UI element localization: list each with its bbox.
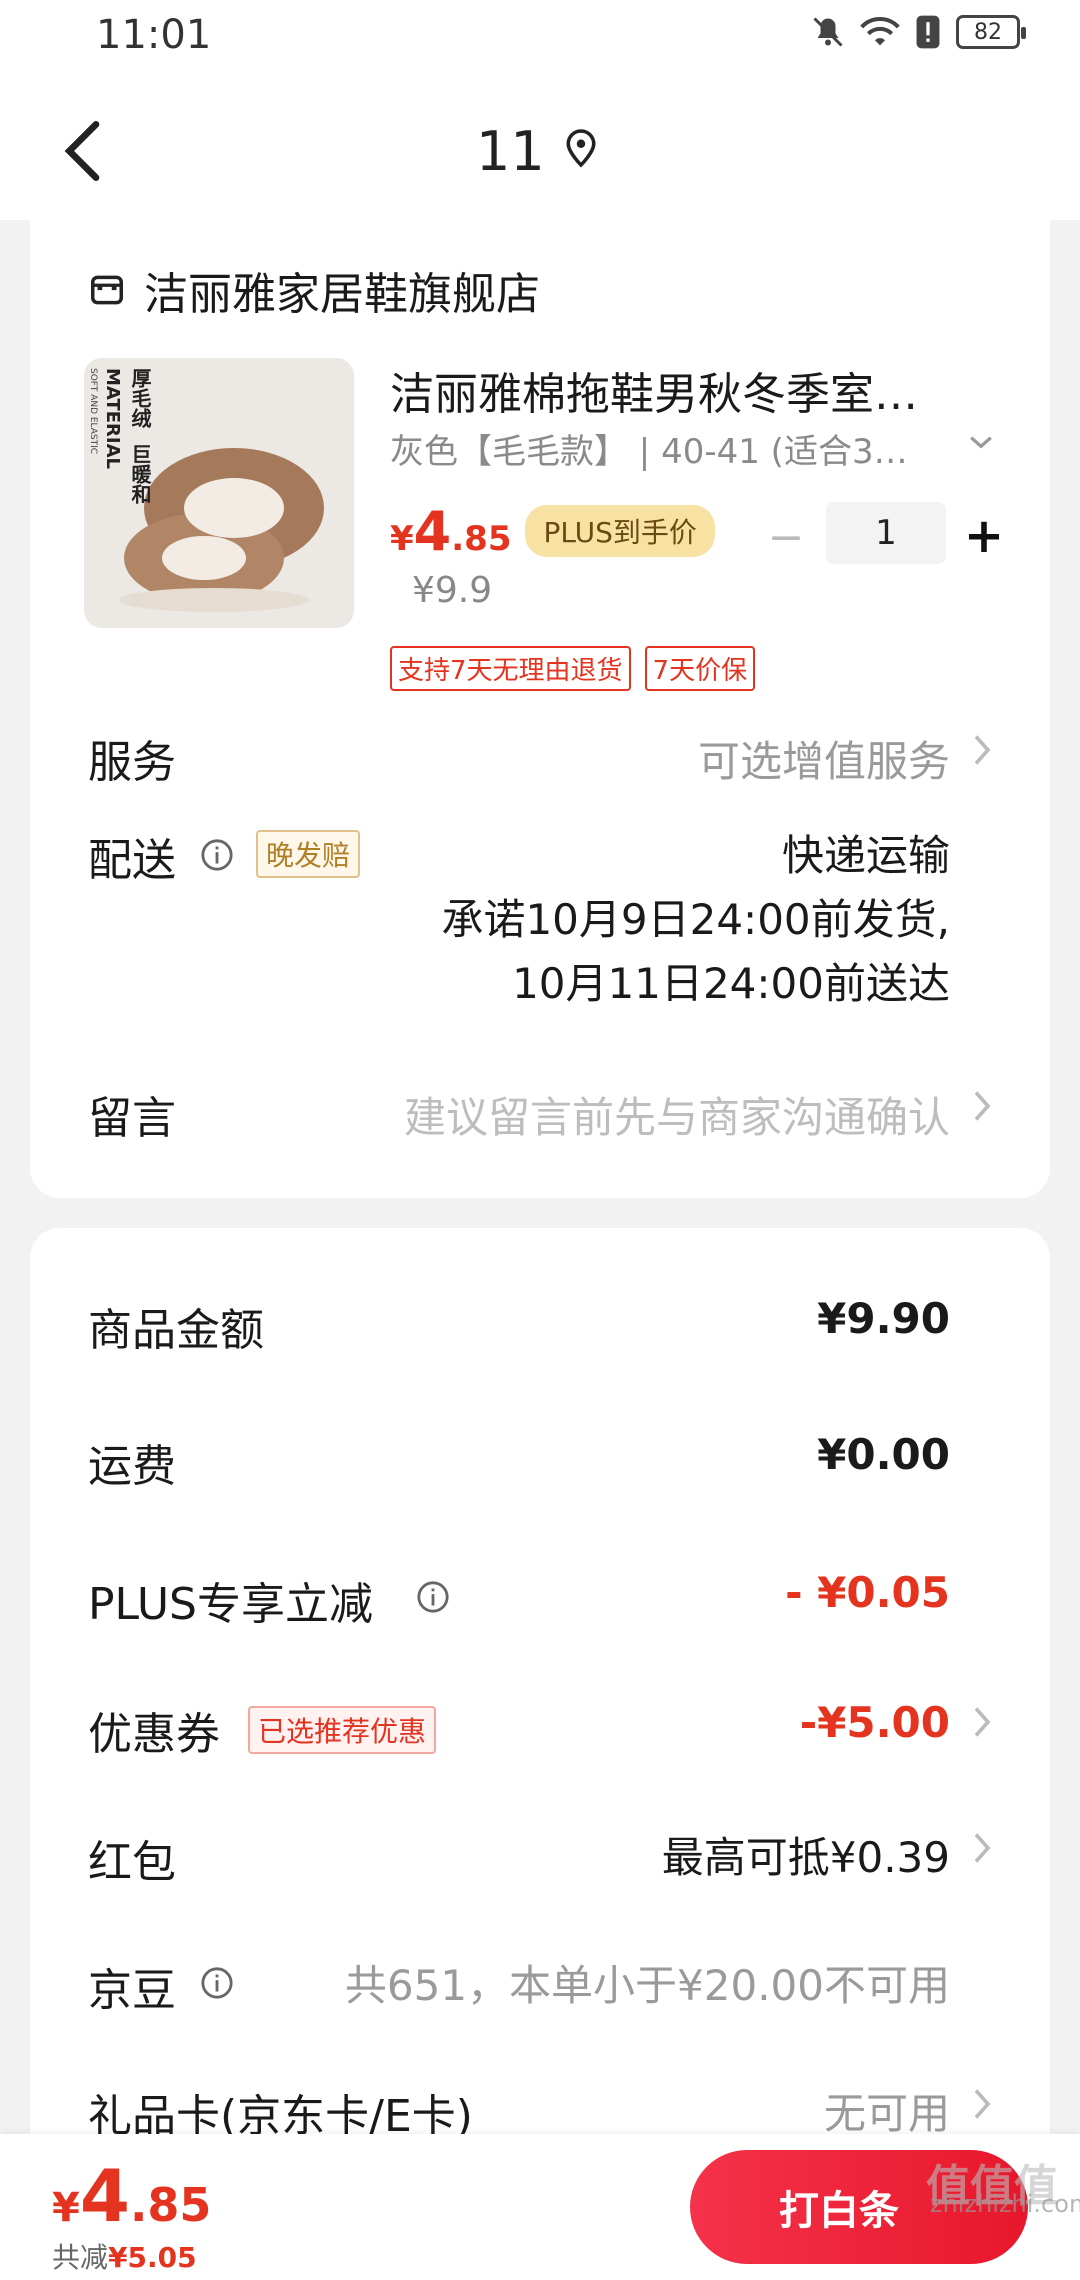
plus-price: ¥4.85 — [390, 500, 512, 563]
mute-bell-icon — [813, 17, 843, 47]
chevron-right-icon[interactable] — [972, 732, 992, 768]
image-label-material: MATERIAL — [102, 368, 123, 469]
product-image[interactable]: MATERIAL 厚毛绒 巨暖和 SOFT AND ELASTIC — [84, 358, 354, 628]
plus-price-badge: PLUS到手价 — [525, 505, 715, 557]
shop-name: 洁丽雅家居鞋旗舰店 — [144, 269, 540, 320]
quantity-increase-button[interactable]: + — [954, 506, 1014, 566]
shop-row[interactable]: 洁丽雅家居鞋旗舰店 — [88, 258, 540, 322]
slipper-image — [84, 358, 354, 628]
coupon-label: 优惠券 — [88, 1709, 220, 1760]
shipping-label: 运费 — [88, 1441, 176, 1492]
location-pin-icon[interactable] — [564, 128, 598, 168]
price-summary-card: 商品金额 ¥9.90 运费 ¥0.00 PLUS专享立减 - ¥0.05 优惠券… — [30, 1228, 1050, 2228]
delivery-arrive-promise: 10月11日24:00前送达 — [512, 959, 950, 1008]
info-icon[interactable] — [416, 1580, 450, 1614]
order-item-card: 洁丽雅家居鞋旗舰店 MATERIAL 厚毛绒 巨暖和 SOFT AND ELAS… — [30, 210, 1050, 1198]
jingdou-value: 共651，本单小于¥20.00不可用 — [344, 1961, 950, 2010]
red-packet-value[interactable]: 最高可抵¥0.39 — [662, 1824, 950, 1885]
quantity-value[interactable]: 1 — [826, 502, 946, 564]
return-policy-tag: 支持7天无理由退货 — [390, 646, 631, 691]
service-tags: 支持7天无理由退货 7天价保 — [390, 646, 756, 691]
status-bar: 11:01 82 — [0, 0, 1080, 76]
status-icons: 82 — [810, 14, 1026, 50]
battery-icon: 82 — [956, 15, 1026, 49]
message-label: 留言 — [88, 1093, 176, 1144]
gift-card-value[interactable]: 无可用 — [824, 2080, 950, 2141]
service-value[interactable]: 可选增值服务 — [698, 728, 950, 789]
delivery-ship-promise: 承诺10月9日24:00前发货, — [441, 895, 950, 944]
quantity-decrease-button[interactable]: − — [758, 510, 814, 566]
page-title: 11 — [476, 120, 545, 183]
red-packet-label: 红包 — [88, 1837, 176, 1888]
checkout-bar: ¥4.85 共减¥5.05 打白条 — [0, 2134, 1080, 2280]
coupon-value[interactable]: -¥5.00 — [800, 1698, 950, 1747]
chevron-right-icon[interactable] — [972, 1088, 992, 1124]
plus-discount-value: - ¥0.05 — [785, 1568, 950, 1617]
chevron-right-icon[interactable] — [972, 1830, 992, 1866]
service-label: 服务 — [88, 737, 176, 788]
image-label-warm: 巨暖和 — [128, 444, 152, 504]
image-label-thick: 厚毛绒 — [128, 368, 152, 428]
plus-discount-label: PLUS专享立减 — [88, 1579, 373, 1630]
back-arrow-icon[interactable] — [56, 116, 106, 186]
product-spec[interactable]: 灰色【毛毛款】 | 40-41 (适合3… — [390, 424, 950, 473]
late-compensation-badge: 晚发赔 — [256, 830, 361, 878]
chevron-right-icon[interactable] — [972, 1704, 992, 1740]
info-icon[interactable] — [200, 838, 234, 872]
alert-icon — [916, 15, 940, 49]
goods-amount-value: ¥9.90 — [817, 1294, 950, 1343]
message-input[interactable]: 建议留言前先与商家沟通确认 — [404, 1084, 950, 1145]
coupon-badge: 已选推荐优惠 — [248, 1706, 437, 1754]
original-price: ¥9.9 — [412, 570, 493, 611]
nav-bar: 11 — [0, 76, 1080, 220]
total-saving: 共减¥5.05 — [52, 2241, 197, 2274]
delivery-method: 快递运输 — [781, 831, 950, 880]
store-icon — [91, 275, 123, 305]
chevron-down-icon[interactable] — [968, 432, 994, 452]
price-protect-tag: 7天价保 — [644, 646, 756, 691]
goods-amount-label: 商品金额 — [88, 1305, 264, 1356]
wifi-icon — [860, 17, 900, 46]
status-time: 11:01 — [96, 12, 212, 58]
price-row: ¥4.85 PLUS到手价 — [390, 500, 715, 565]
watermark-text: zhizhizhi.com — [930, 2190, 1080, 2218]
chevron-right-icon[interactable] — [972, 2086, 992, 2122]
image-label-soft: SOFT AND ELASTIC — [88, 368, 98, 455]
battery-level: 82 — [974, 19, 1002, 45]
shipping-value: ¥0.00 — [817, 1430, 950, 1479]
product-title[interactable]: 洁丽雅棉拖鞋男秋冬季室… — [390, 358, 990, 422]
jingdou-label: 京豆 — [88, 1965, 176, 2016]
total-price: ¥4.85 — [52, 2154, 212, 2238]
info-icon[interactable] — [200, 1966, 234, 2000]
delivery-info[interactable]: 快递运输 承诺10月9日24:00前发货, 10月11日24:00前送达 — [441, 824, 950, 1016]
delivery-label: 配送 — [88, 835, 176, 886]
